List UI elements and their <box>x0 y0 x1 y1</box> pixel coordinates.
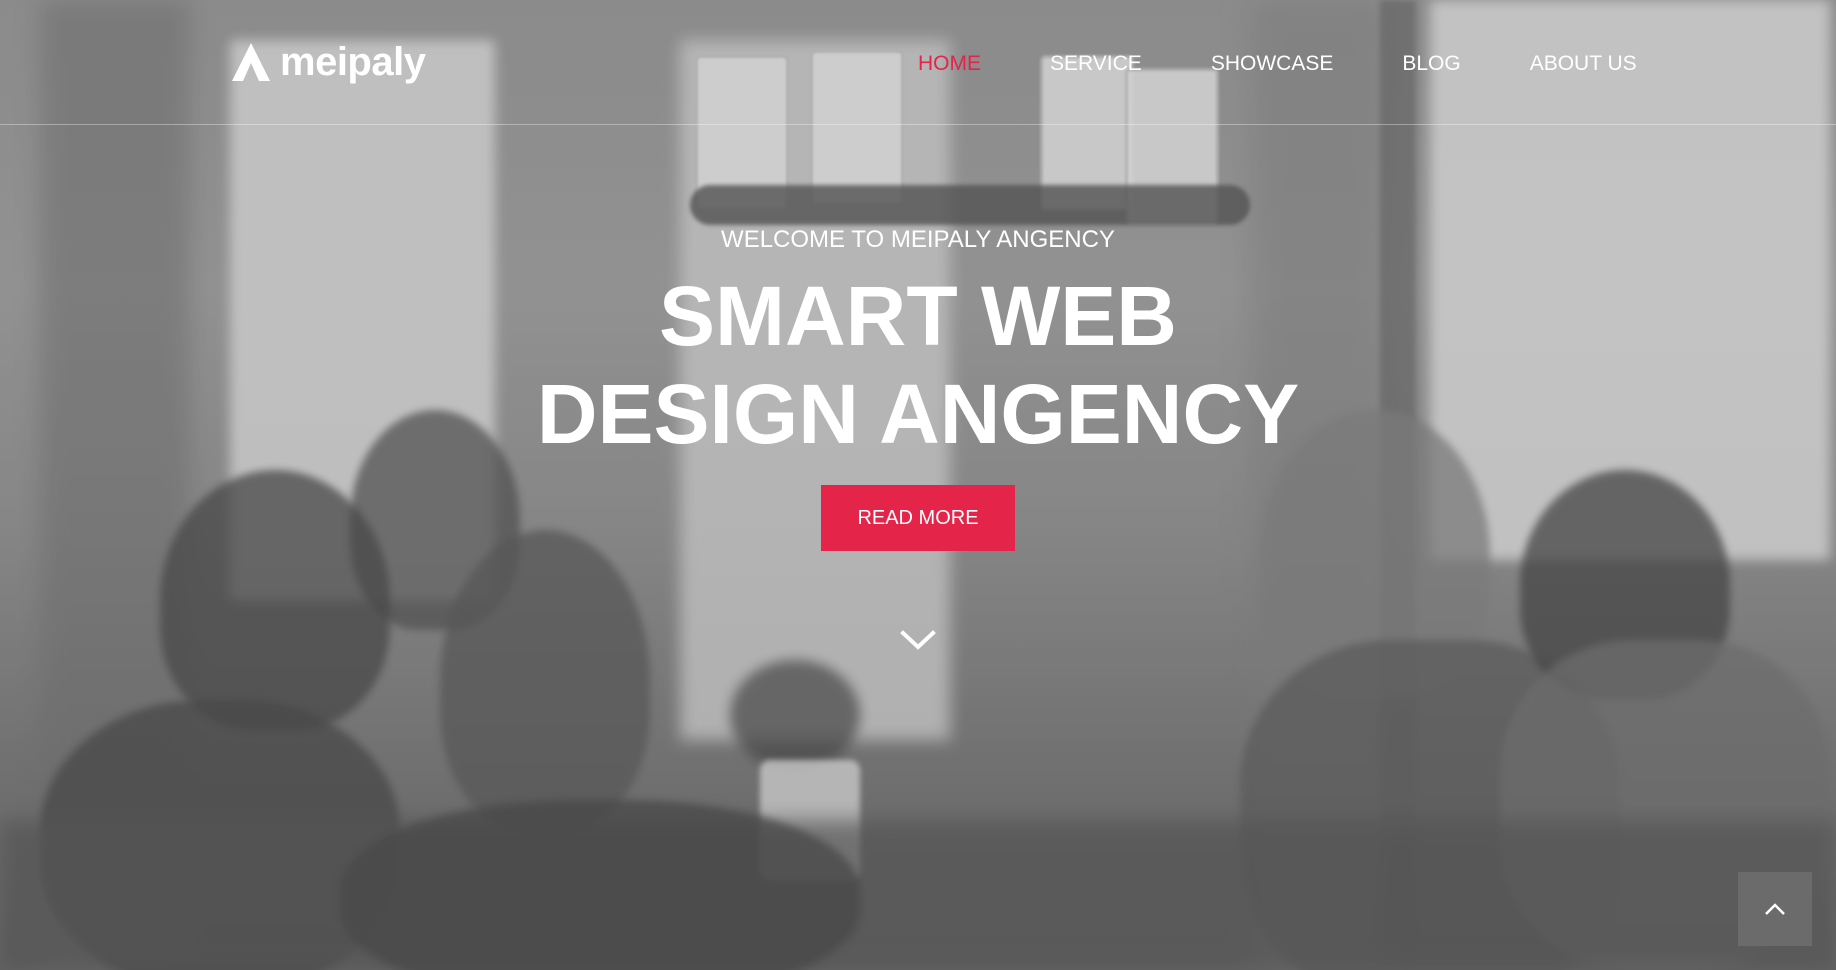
hero-subtitle: WELCOME TO MEIPALY ANGENCY <box>721 226 1115 253</box>
nav-item-showcase[interactable]: SHOWCASE <box>1211 50 1334 78</box>
triangle-a-logo-icon <box>232 43 270 81</box>
scroll-down-button[interactable] <box>900 628 936 652</box>
chevron-up-icon <box>1765 903 1785 915</box>
hero-section: meipaly HOME SERVICE SHOWCASE BLOG ABOUT… <box>0 0 1836 970</box>
site-logo[interactable]: meipaly <box>230 40 426 84</box>
nav-item-home[interactable]: HOME <box>918 50 981 78</box>
site-header: meipaly HOME SERVICE SHOWCASE BLOG ABOUT… <box>0 0 1836 125</box>
hero-title-line2: DESIGN ANGENCY <box>536 367 1300 461</box>
back-to-top-button[interactable] <box>1738 872 1812 946</box>
brand-name: meipaly <box>280 40 426 84</box>
chevron-down-icon <box>900 630 936 650</box>
main-nav: HOME SERVICE SHOWCASE BLOG ABOUT US <box>918 50 1637 78</box>
hero-title-line1: SMART WEB <box>659 269 1177 363</box>
read-more-button[interactable]: READ MORE <box>821 485 1015 551</box>
nav-item-about-us[interactable]: ABOUT US <box>1530 50 1637 78</box>
hero-title: SMART WEB DESIGN ANGENCY <box>0 267 1836 463</box>
hero-content: WELCOME TO MEIPALY ANGENCY SMART WEB DES… <box>0 225 1836 551</box>
nav-item-blog[interactable]: BLOG <box>1402 50 1460 78</box>
nav-item-service[interactable]: SERVICE <box>1050 50 1142 78</box>
